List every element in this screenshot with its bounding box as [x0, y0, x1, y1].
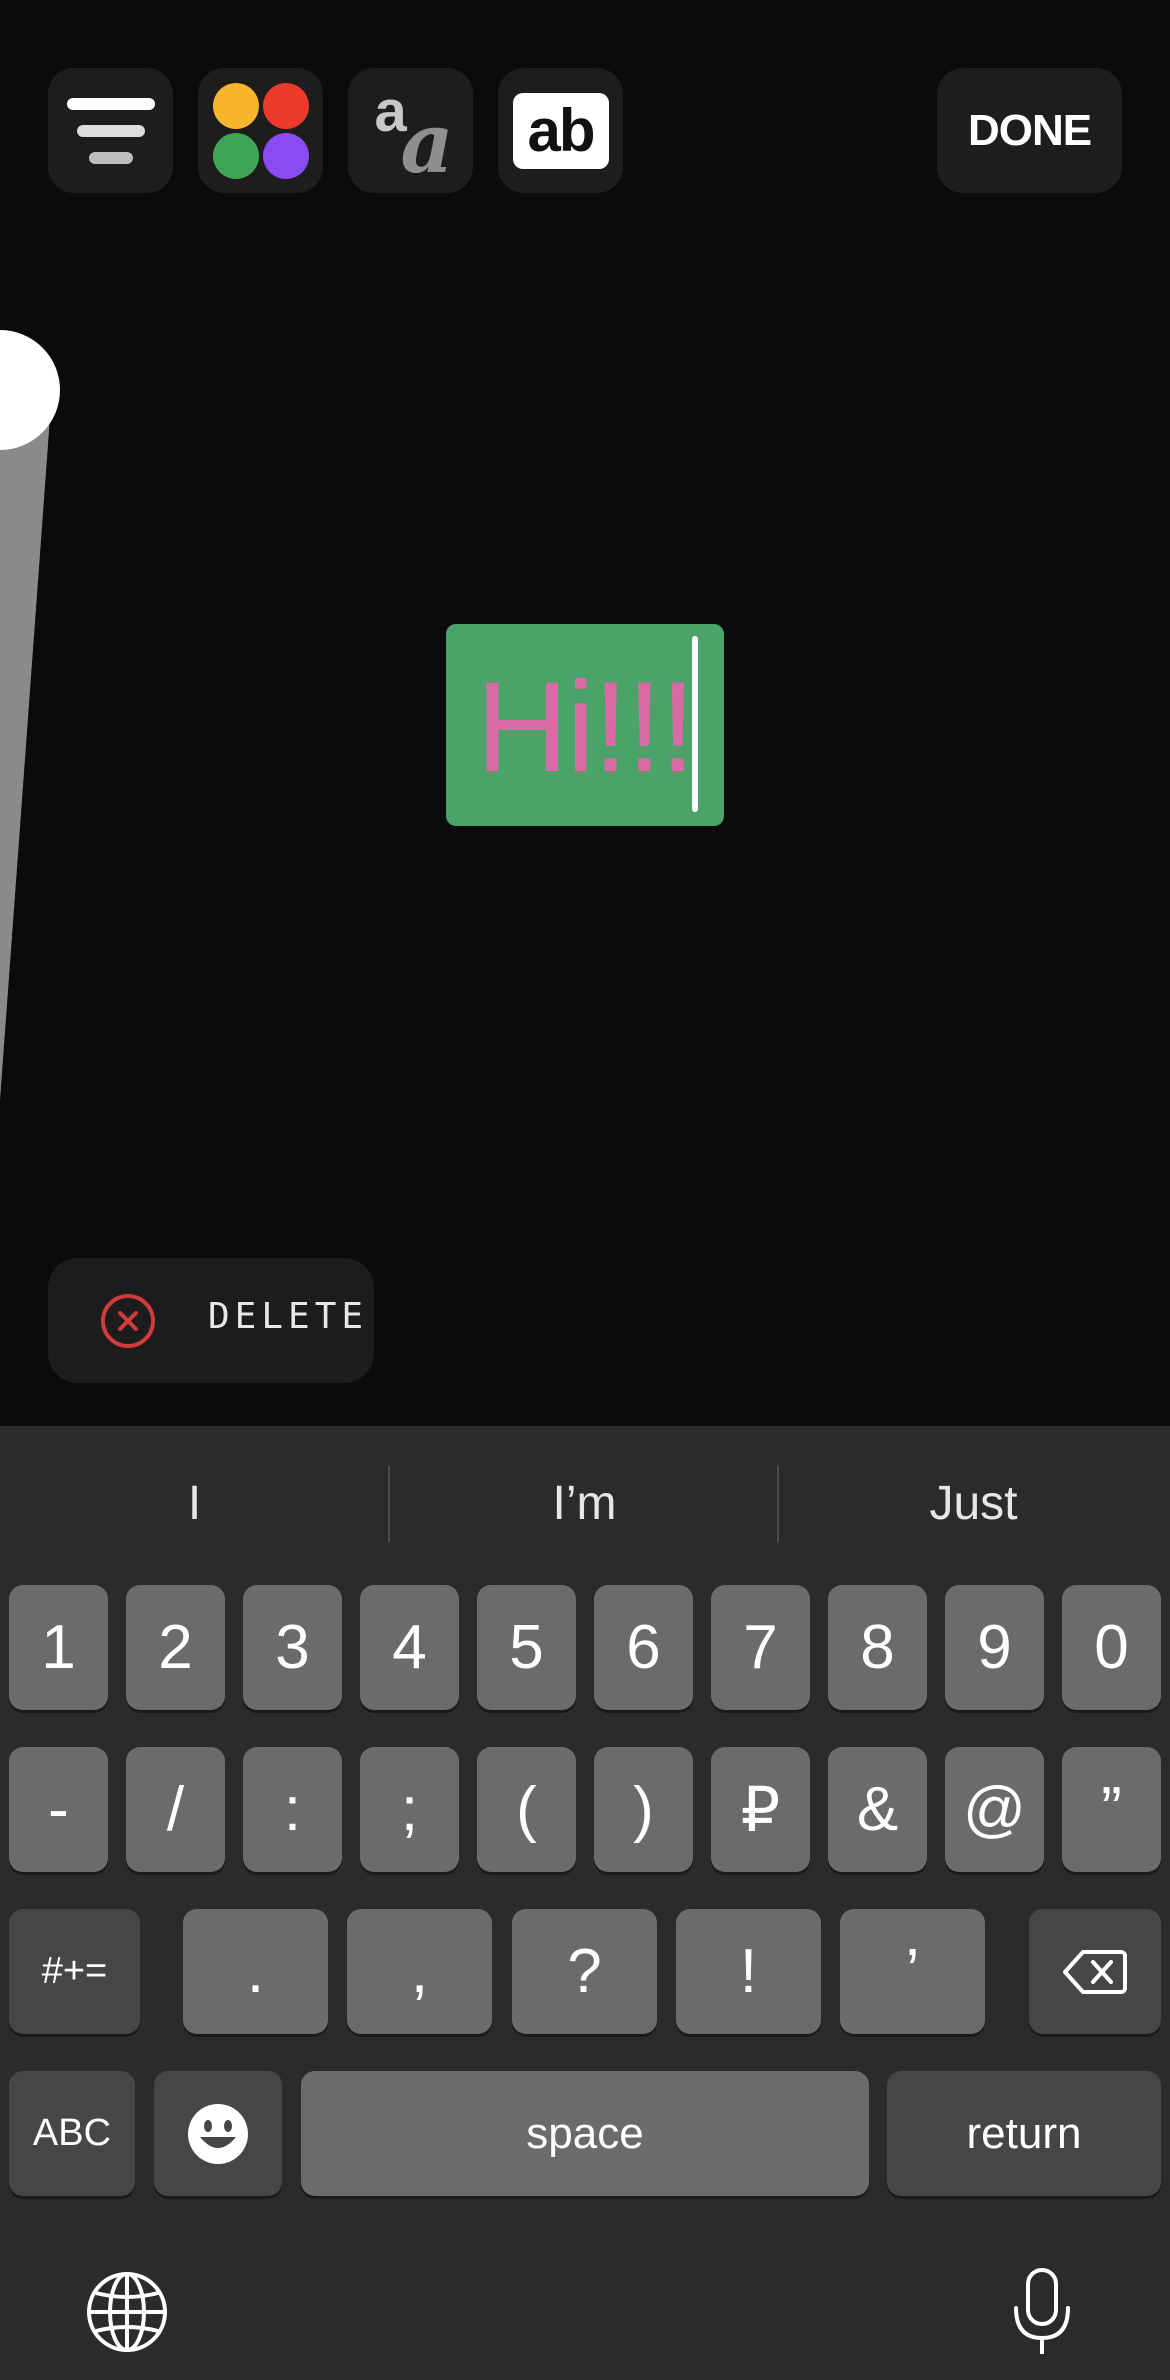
text-size-slider[interactable]: [0, 320, 70, 1120]
text-background-icon: ab: [512, 92, 609, 169]
size-slider-track: [0, 390, 52, 1100]
key-1[interactable]: 1: [9, 1585, 108, 1710]
size-slider-handle[interactable]: [0, 330, 60, 450]
suggestion-1[interactable]: I: [0, 1426, 389, 1580]
font-style-icon: a a: [361, 82, 461, 185]
keyboard: I I’m Just 1 2 3 4 5 6 7 8 9 0 - / : ; (…: [0, 1426, 1170, 2380]
key-ampersand[interactable]: &: [828, 1747, 927, 1872]
palette-dot-purple: [262, 132, 309, 179]
palette-dot-red: [262, 82, 309, 129]
key-period[interactable]: .: [183, 1909, 328, 2034]
key-slash[interactable]: /: [126, 1747, 225, 1872]
text-editor-canvas: a a ab DONE Hi!!! DELETE: [0, 0, 1170, 1412]
text-color-button[interactable]: [198, 68, 323, 193]
text-align-button[interactable]: [48, 68, 173, 193]
suggestion-3[interactable]: Just: [779, 1426, 1168, 1580]
key-colon[interactable]: :: [243, 1747, 342, 1872]
backspace-key[interactable]: [1029, 1909, 1161, 2034]
key-question[interactable]: ?: [512, 1909, 657, 2034]
key-semicolon[interactable]: ;: [360, 1747, 459, 1872]
globe-icon[interactable]: [86, 2271, 168, 2353]
color-palette-icon: [212, 82, 309, 179]
space-key[interactable]: space: [301, 2071, 869, 2196]
return-key[interactable]: return: [887, 2071, 1161, 2196]
suggestion-2[interactable]: I’m: [390, 1426, 779, 1580]
key-6[interactable]: 6: [594, 1585, 693, 1710]
font-style-button[interactable]: a a: [348, 68, 473, 193]
key-quote[interactable]: ”: [1062, 1747, 1161, 1872]
close-circle-icon: [101, 1294, 155, 1348]
delete-label: DELETE: [208, 1296, 369, 1337]
key-apostrophe[interactable]: ’: [840, 1909, 985, 2034]
key-8[interactable]: 8: [828, 1585, 927, 1710]
key-close-paren[interactable]: ): [594, 1747, 693, 1872]
text-cursor: [692, 636, 698, 812]
key-hyphen[interactable]: -: [9, 1747, 108, 1872]
key-ruble[interactable]: ₽: [711, 1747, 810, 1872]
key-comma[interactable]: ,: [347, 1909, 492, 2034]
text-align-center-icon: [66, 97, 155, 164]
key-open-paren[interactable]: (: [477, 1747, 576, 1872]
emoji-icon: [188, 2103, 248, 2164]
microphone-icon[interactable]: [1010, 2266, 1074, 2358]
symbols-shift-key[interactable]: #+=: [9, 1909, 140, 2034]
text-background-button[interactable]: ab: [498, 68, 623, 193]
key-2[interactable]: 2: [126, 1585, 225, 1710]
key-at[interactable]: @: [945, 1747, 1044, 1872]
palette-dot-green: [212, 132, 259, 179]
text-sticker-content[interactable]: Hi!!!: [476, 664, 696, 792]
key-9[interactable]: 9: [945, 1585, 1044, 1710]
key-7[interactable]: 7: [711, 1585, 810, 1710]
key-5[interactable]: 5: [477, 1585, 576, 1710]
delete-button[interactable]: DELETE: [48, 1258, 374, 1383]
key-4[interactable]: 4: [360, 1585, 459, 1710]
palette-dot-yellow: [212, 82, 259, 129]
key-exclamation[interactable]: !: [676, 1909, 821, 2034]
font-glyph-italic: a: [400, 95, 454, 192]
abc-key[interactable]: ABC: [9, 2071, 135, 2196]
backspace-icon: [1063, 1949, 1127, 1994]
done-button[interactable]: DONE: [937, 68, 1122, 193]
text-sticker[interactable]: Hi!!!: [446, 624, 724, 826]
emoji-key[interactable]: [154, 2071, 282, 2196]
text-background-glyph: ab: [527, 96, 595, 164]
key-3[interactable]: 3: [243, 1585, 342, 1710]
key-0[interactable]: 0: [1062, 1585, 1161, 1710]
